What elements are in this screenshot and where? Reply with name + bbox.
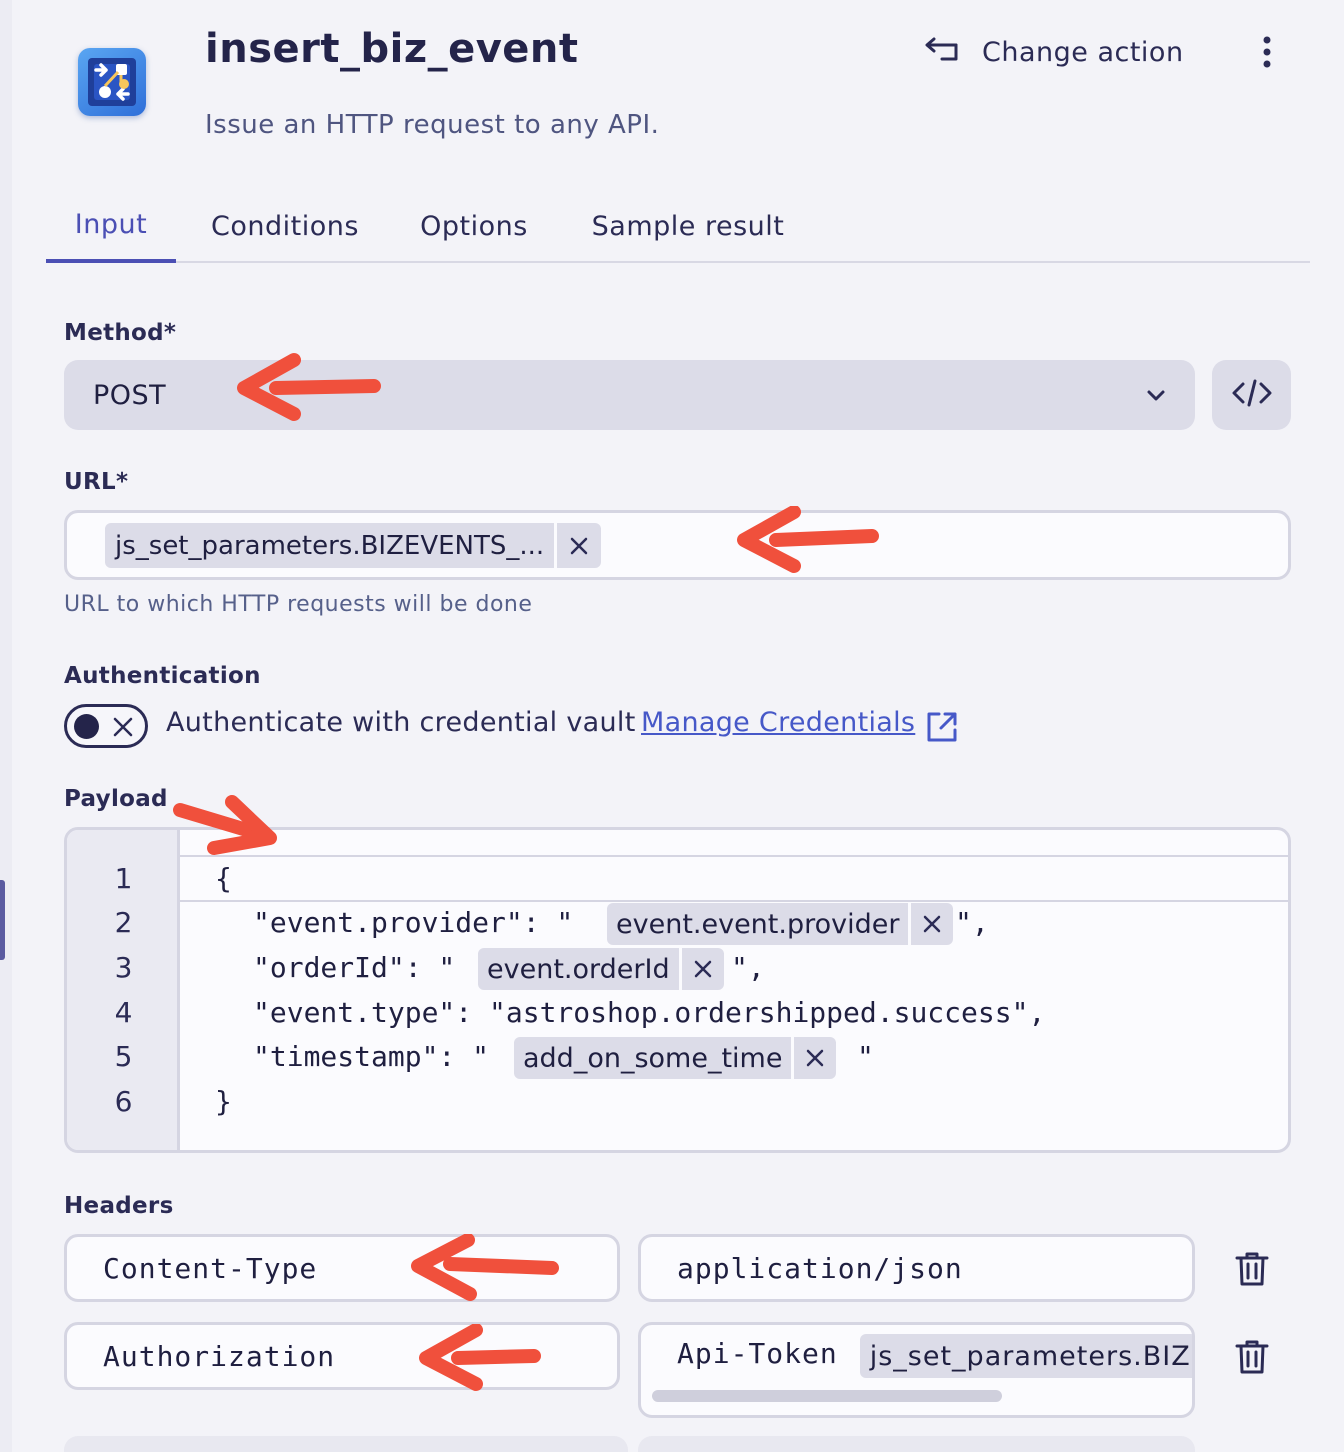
method-select[interactable]: POST (64, 360, 1195, 430)
change-action-button[interactable]: Change action (922, 30, 1184, 74)
order-id-chip-label: event.orderId (478, 948, 679, 990)
toggle-knob (74, 714, 99, 739)
remove-chip-icon[interactable] (911, 903, 954, 945)
header-value-input[interactable]: Api-Token js_set_parameters.BIZ (638, 1322, 1195, 1418)
page-title: insert_biz_event (205, 26, 579, 72)
remove-chip-icon[interactable] (557, 523, 602, 568)
horizontal-scrollbar[interactable] (652, 1390, 1002, 1402)
api-token-prefix: Api-Token (677, 1337, 838, 1370)
api-token-variable-chip[interactable]: js_set_parameters.BIZ (859, 1334, 1192, 1378)
code-line-5-key: "timestamp": " (253, 1040, 490, 1073)
code-line-2-key: "event.provider": " (253, 906, 574, 939)
timestamp-chip-label: add_on_some_time (514, 1037, 792, 1079)
next-header-key-input[interactable] (64, 1436, 628, 1452)
timestamp-chip[interactable]: add_on_some_time (514, 1037, 837, 1079)
external-link-icon[interactable] (925, 710, 959, 748)
payload-code-editor[interactable]: 1 2 3 4 5 6 { "event.provider": " event.… (64, 827, 1291, 1153)
header-key-input[interactable]: Authorization (64, 1322, 620, 1390)
headers-label: Headers (64, 1193, 174, 1219)
code-line-3-tail: ", (731, 951, 765, 984)
change-action-label: Change action (982, 36, 1184, 68)
remove-chip-icon[interactable] (794, 1037, 837, 1079)
url-helper-text: URL to which HTTP requests will be done (64, 592, 533, 617)
toggle-off-icon (111, 715, 135, 743)
event-provider-chip-label: event.event.provider (607, 903, 909, 945)
method-label: Method* (64, 320, 177, 346)
event-provider-chip[interactable]: event.event.provider (607, 903, 954, 945)
header-key-input[interactable]: Content-Type (64, 1234, 620, 1302)
url-variable-chip[interactable]: js_set_parameters.BIZEVENTS_... (105, 523, 602, 568)
authentication-label: Authentication (64, 663, 261, 689)
payload-label: Payload (64, 786, 168, 812)
code-icon (1231, 378, 1273, 412)
manage-credentials-link[interactable]: Manage Credentials (641, 707, 915, 738)
left-rail-indicator (0, 880, 5, 960)
swap-arrow-icon (922, 37, 960, 67)
line-number: 6 (114, 1085, 133, 1118)
code-line-1: { (215, 862, 232, 895)
editor-divider (180, 855, 1288, 857)
line-number: 5 (114, 1040, 133, 1073)
tab-bar: Input Conditions Options Sample result (46, 190, 1310, 263)
active-line-divider (180, 900, 1288, 902)
page-subtitle: Issue an HTTP request to any API. (205, 110, 660, 140)
tab-sample-result[interactable]: Sample result (576, 190, 800, 263)
next-header-value-input[interactable] (638, 1436, 1195, 1452)
delete-header-trash-icon[interactable] (1234, 1250, 1270, 1292)
header-value-input[interactable]: application/json (638, 1234, 1195, 1302)
url-input[interactable]: js_set_parameters.BIZEVENTS_... (64, 510, 1291, 580)
chevron-down-icon (1145, 384, 1167, 410)
url-variable-chip-label: js_set_parameters.BIZEVENTS_... (105, 523, 555, 568)
code-line-4: "event.type": "astroshop.ordershipped.su… (253, 996, 1046, 1029)
tab-input[interactable]: Input (46, 190, 176, 263)
method-value: POST (93, 379, 167, 411)
code-line-3-key: "orderId": " (253, 951, 456, 984)
order-id-chip[interactable]: event.orderId (478, 948, 724, 990)
authenticate-text: Authenticate with credential vault (166, 707, 636, 738)
http-request-app-icon (78, 48, 146, 116)
delete-header-trash-icon[interactable] (1234, 1338, 1270, 1380)
tab-conditions[interactable]: Conditions (196, 190, 374, 263)
line-number: 4 (114, 996, 133, 1029)
code-line-2-tail: ", (955, 906, 989, 939)
line-number: 1 (114, 862, 133, 895)
code-line-5-tail: " (857, 1040, 874, 1073)
url-label: URL* (64, 469, 129, 495)
line-number: 3 (114, 951, 133, 984)
more-options-icon[interactable] (1252, 34, 1282, 70)
line-number-gutter: 1 2 3 4 5 6 (67, 830, 180, 1150)
line-number: 2 (114, 906, 133, 939)
tab-options[interactable]: Options (406, 190, 542, 263)
code-view-button[interactable] (1212, 360, 1291, 430)
left-rail (0, 0, 12, 1452)
credential-vault-toggle[interactable] (64, 704, 148, 748)
code-line-6: } (215, 1085, 232, 1118)
remove-chip-icon[interactable] (681, 948, 724, 990)
